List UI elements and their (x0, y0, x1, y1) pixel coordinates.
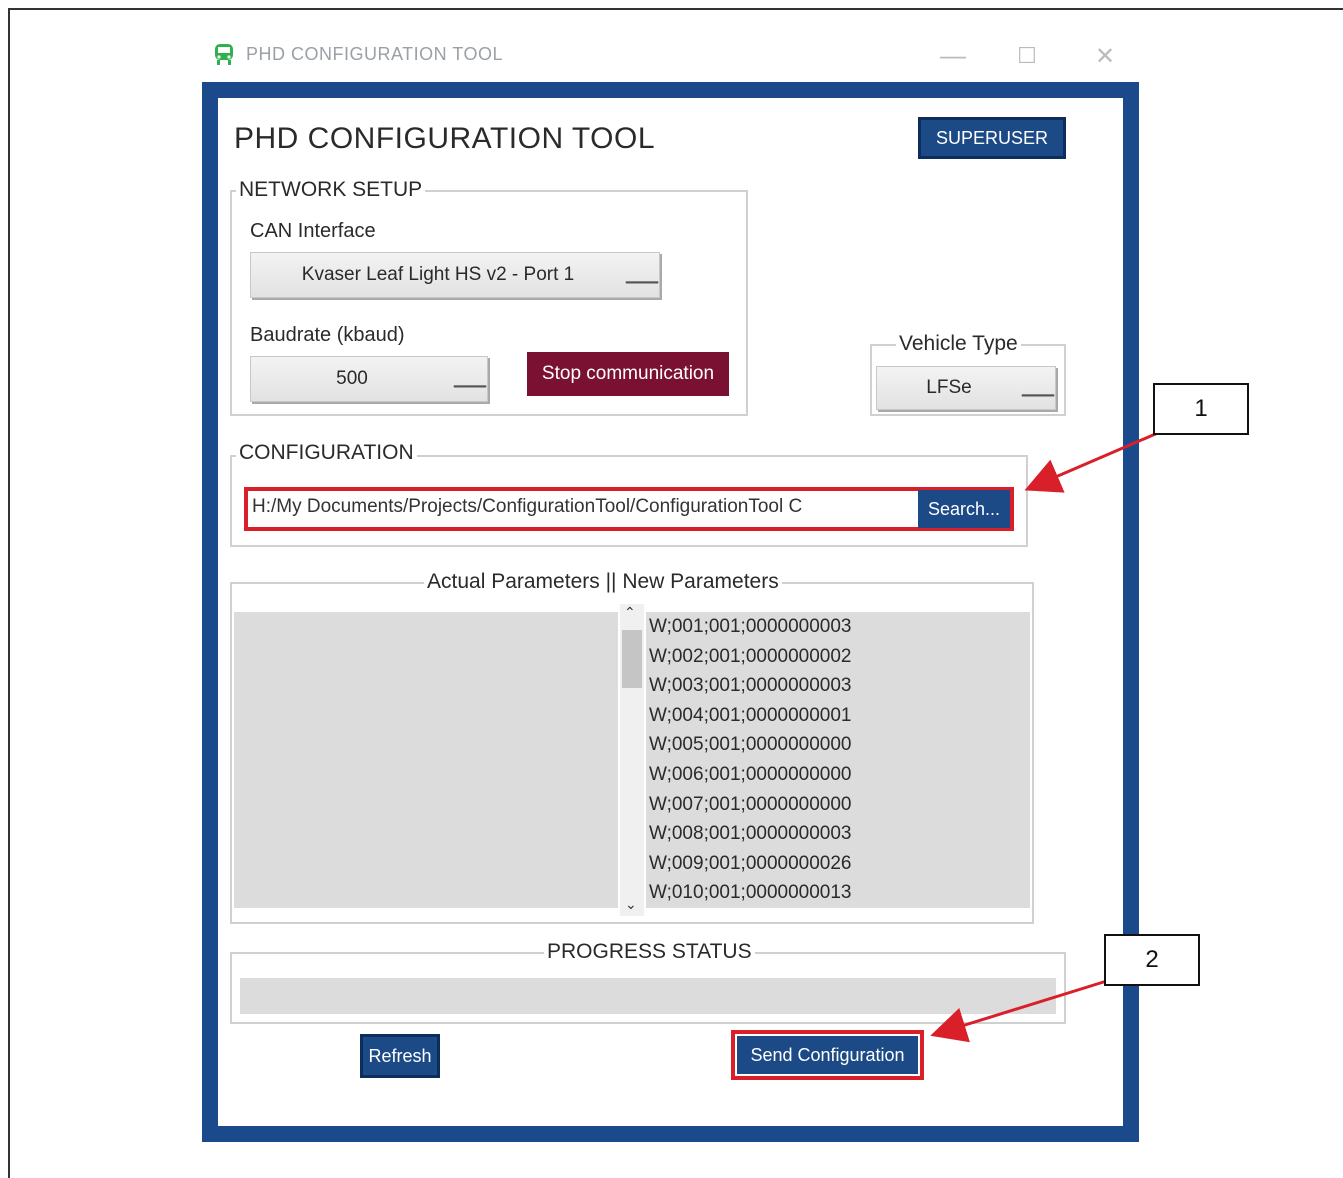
callout-1-arrow (1024, 430, 1161, 493)
callout-1-label: 1 (1153, 383, 1249, 435)
callout-2-arrow (930, 978, 1111, 1043)
callout-2-label: 2 (1104, 934, 1200, 986)
callout-arrows (930, 430, 1161, 1043)
